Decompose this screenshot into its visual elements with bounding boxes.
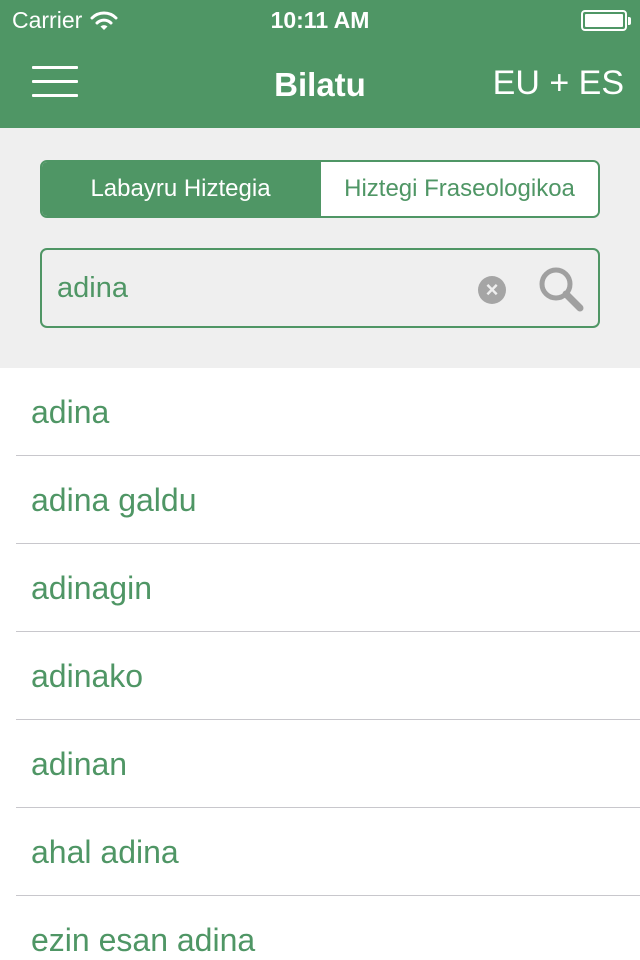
list-item-label: adinan [31, 746, 128, 782]
list-item-label: adina [31, 394, 110, 430]
status-time: 10:11 AM [270, 7, 370, 33]
list-item-label: adina galdu [31, 482, 197, 518]
list-item-label: ezin esan adina [31, 922, 256, 958]
search-icon[interactable] [536, 264, 586, 314]
segment-hiztegi-fraseologikoa[interactable]: Hiztegi Fraseologikoa [319, 162, 598, 216]
battery-icon [581, 10, 631, 31]
search-input-value[interactable]: adina [57, 272, 128, 305]
list-item[interactable]: adinako [16, 632, 640, 720]
list-item[interactable]: adina galdu [16, 456, 640, 544]
list-item[interactable]: ezin esan adina [16, 896, 640, 960]
list-item[interactable]: ahal adina [16, 808, 640, 896]
list-item[interactable]: adinagin [16, 544, 640, 632]
dictionary-segmented-control: Labayru Hiztegia Hiztegi Fraseologikoa [40, 160, 600, 218]
language-pair-button[interactable]: EU + ES [493, 64, 624, 103]
list-item-label: adinako [31, 658, 144, 694]
search-input[interactable]: adina × [40, 248, 600, 328]
list-item-label: adinagin [31, 570, 152, 606]
clear-icon[interactable]: × [478, 276, 506, 304]
results-list: adina adina galdu adinagin adinako adina… [0, 368, 640, 960]
search-panel: Labayru Hiztegia Hiztegi Fraseologikoa a… [0, 128, 640, 368]
segment-labayru-hiztegia[interactable]: Labayru Hiztegia [42, 162, 319, 216]
list-item-label: ahal adina [31, 834, 179, 870]
status-bar: Carrier 10:11 AM [0, 0, 640, 40]
navigation-bar: Bilatu EU + ES [0, 40, 640, 128]
list-item[interactable]: adinan [16, 720, 640, 808]
list-item[interactable]: adina [16, 368, 640, 456]
